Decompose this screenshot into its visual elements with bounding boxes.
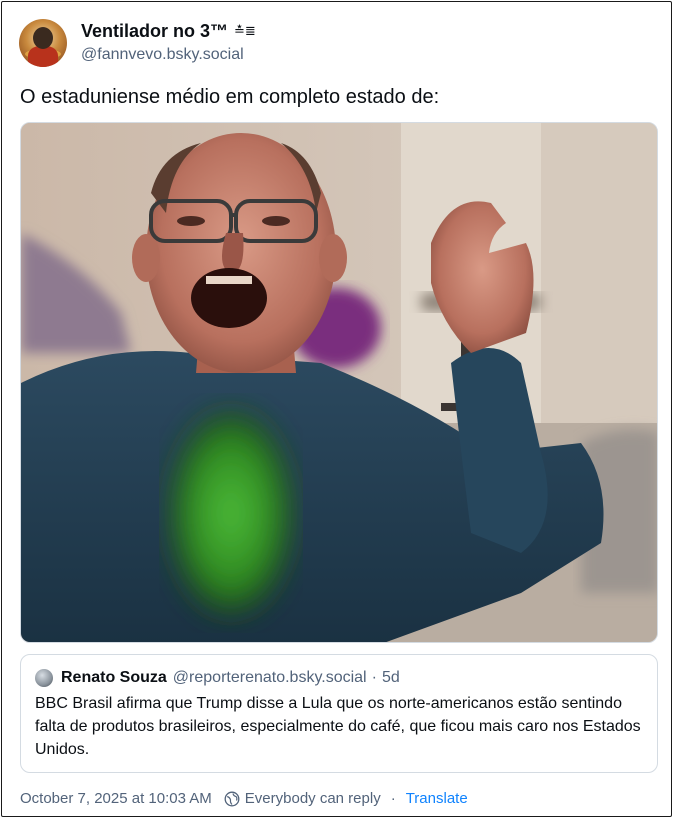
quoted-post-age[interactable]: 5d bbox=[382, 667, 400, 689]
quoted-post-text: BBC Brasil afirma que Trump disse a Lula… bbox=[35, 695, 641, 758]
quoted-post[interactable]: Renato Souza @reporterenato.bsky.social … bbox=[20, 654, 658, 773]
quoted-post-header: Renato Souza @reporterenato.bsky.social … bbox=[35, 667, 400, 689]
translate-link[interactable]: Translate bbox=[406, 789, 468, 809]
name-symbols: ≛≣ bbox=[234, 23, 256, 39]
post-card: Ventilador no 3™ ≛≣ @fannvevo.bsky.socia… bbox=[1, 1, 672, 817]
reply-setting[interactable]: Everybody can reply bbox=[245, 789, 381, 809]
display-name-row: Ventilador no 3™ ≛≣ bbox=[81, 20, 256, 42]
author-avatar[interactable] bbox=[19, 19, 67, 67]
author-names: Ventilador no 3™ ≛≣ @fannvevo.bsky.socia… bbox=[81, 20, 256, 66]
post-header: Ventilador no 3™ ≛≣ @fannvevo.bsky.socia… bbox=[19, 19, 256, 67]
post-image[interactable] bbox=[20, 122, 658, 643]
quoted-author-name[interactable]: Renato Souza bbox=[61, 667, 167, 689]
author-handle[interactable]: @fannvevo.bsky.social bbox=[81, 44, 256, 66]
quoted-author-handle[interactable]: @reporterenato.bsky.social bbox=[173, 667, 367, 689]
globe-icon bbox=[224, 791, 240, 807]
quoted-separator: · bbox=[371, 669, 377, 686]
post-timestamp[interactable]: October 7, 2025 at 10:03 AM bbox=[20, 789, 212, 809]
post-text: O estaduniense médio em completo estado … bbox=[20, 86, 440, 108]
footer-separator: · bbox=[390, 790, 396, 807]
author-display-name[interactable]: Ventilador no 3™ bbox=[81, 20, 228, 42]
quoted-author-avatar[interactable] bbox=[35, 669, 53, 687]
post-footer: October 7, 2025 at 10:03 AM Everybody ca… bbox=[20, 789, 468, 809]
post-image-photo bbox=[21, 123, 657, 642]
